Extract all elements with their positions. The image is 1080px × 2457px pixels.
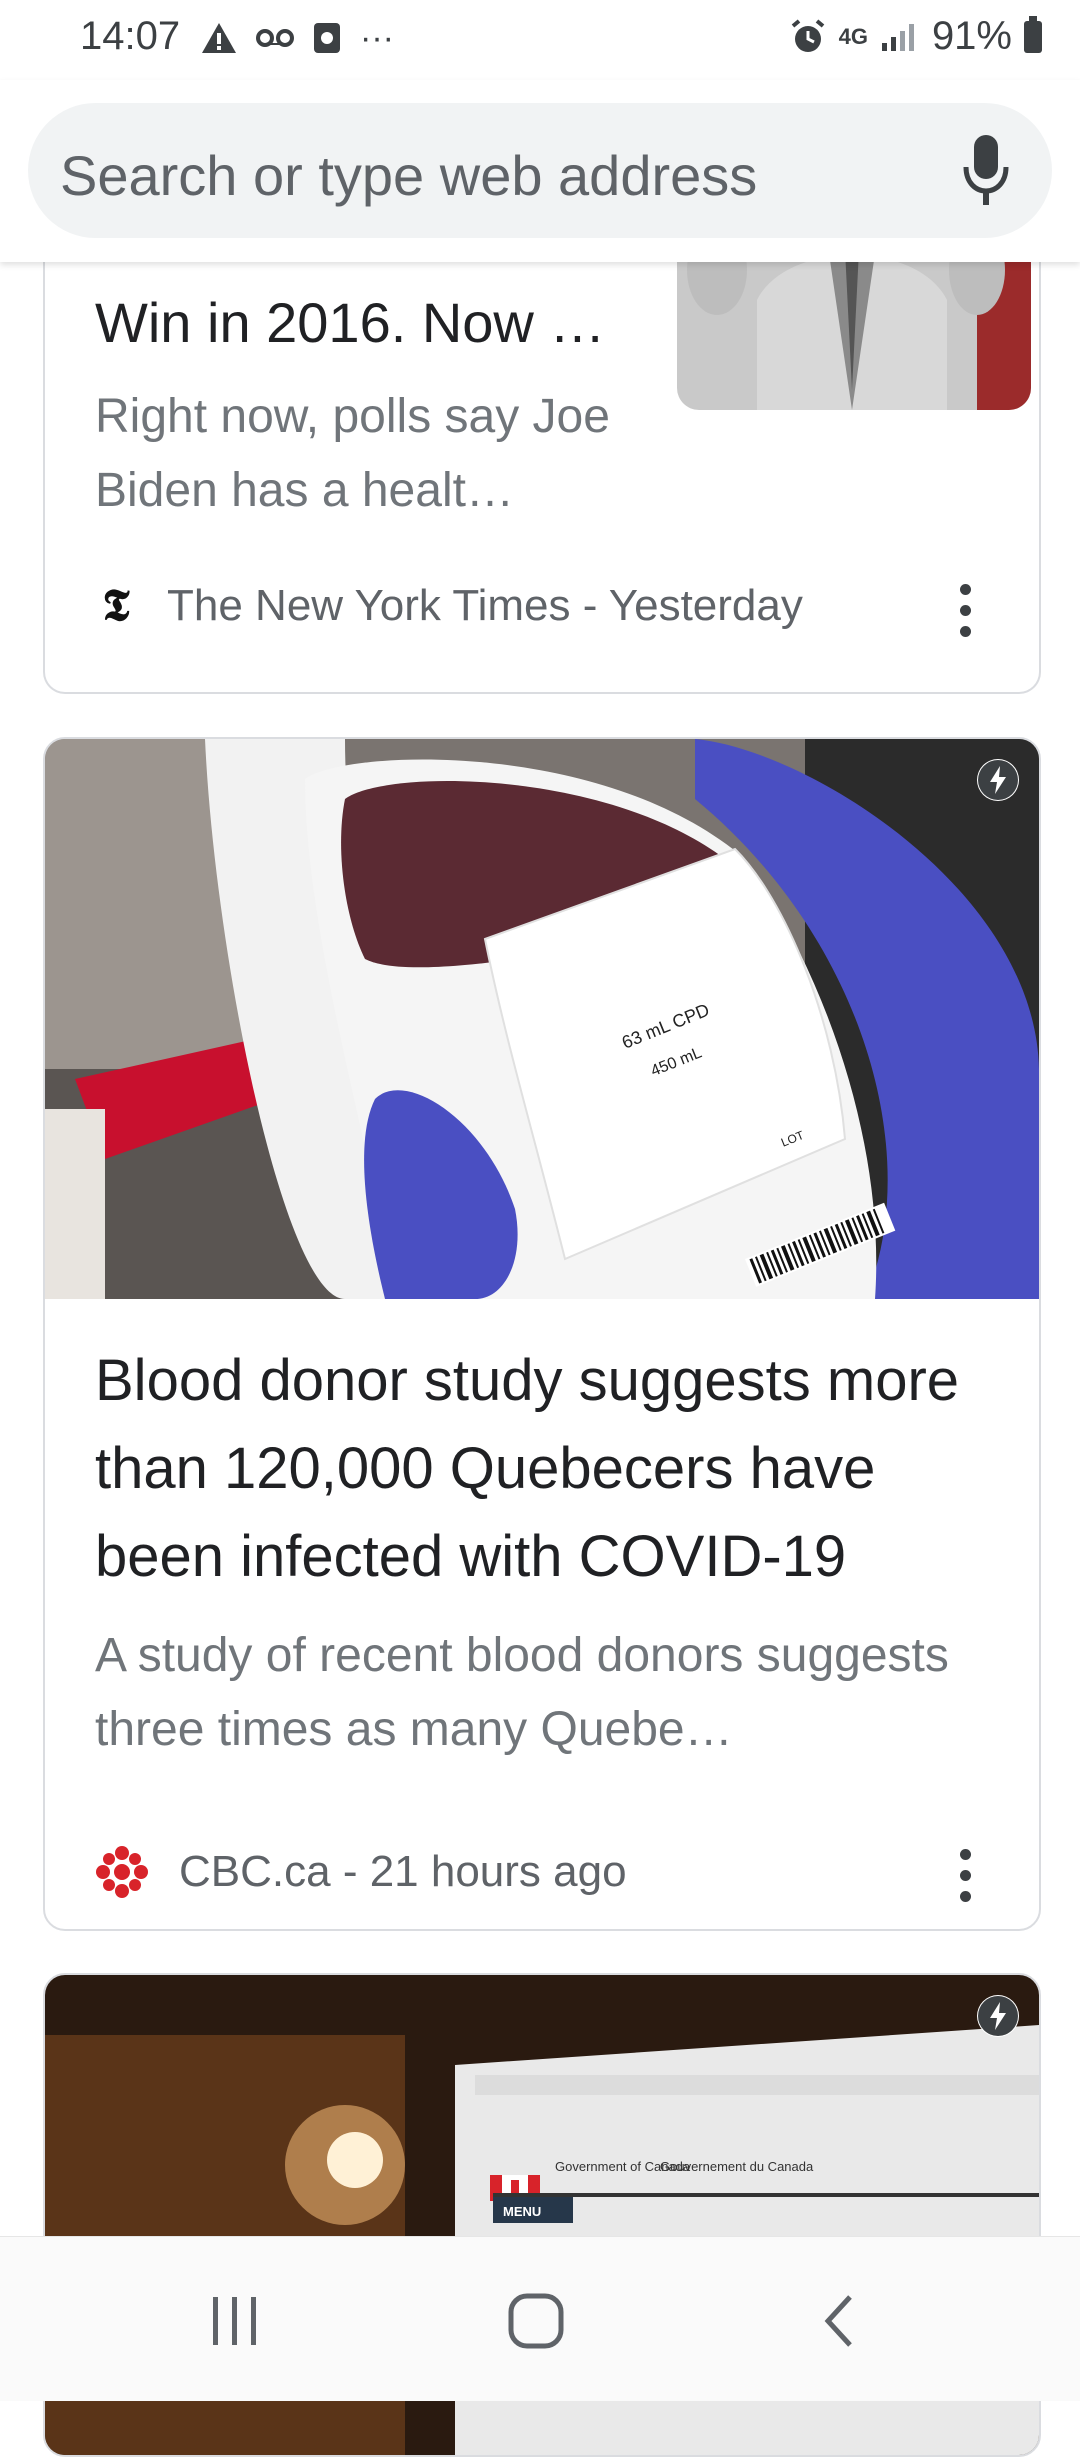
voicemail-icon [256,29,294,47]
search-input[interactable]: Search or type web address [60,143,757,208]
status-right: 4G 91% [789,14,1042,59]
search-bar[interactable]: Search or type web address [28,103,1052,238]
article-image: 63 mL CPD 450 mL LOT [45,739,1039,1299]
home-icon [508,2293,564,2349]
system-navigation-bar [0,2236,1080,2401]
card-source-row: 𝕿 The New York Times - Yesterday [95,580,803,631]
network-type: 4G [838,23,868,49]
card-snippet: Right now, polls say Joe Biden has a hea… [95,390,610,517]
image-gov-fr: Gouvernement du Canada [660,2159,814,2174]
recent-apps-button[interactable] [190,2281,280,2361]
cbc-logo-icon [96,1846,148,1898]
card-source: The New York Times - Yesterday [167,580,803,630]
news-card-cbc[interactable]: 63 mL CPD 450 mL LOT Blood donor study s… [43,737,1041,1931]
back-icon [824,2295,852,2347]
warning-icon [202,23,236,53]
back-button[interactable] [795,2281,885,2361]
amp-lightning-icon [977,759,1019,801]
card-title[interactable]: Blood donor study suggests more than 120… [95,1337,995,1601]
notification-icons: ··· [200,18,394,58]
card-source: CBC.ca - 21 hours ago [179,1847,627,1896]
amp-lightning-icon [977,1995,1019,2037]
more-notifications-icon: ··· [360,19,394,57]
battery-icon [1024,15,1042,53]
home-button[interactable] [491,2281,581,2361]
card-menu-button[interactable] [959,1849,971,1902]
microphone-icon[interactable] [962,133,1010,209]
status-time: 14:07 [80,14,181,58]
card-snippet: A study of recent blood donors suggests … [95,1629,949,1756]
recent-apps-icon [213,2297,256,2345]
card-menu-button[interactable] [959,584,971,637]
status-bar: 14:07 ··· 4G 91% [0,0,1080,80]
battery-percent: 91% [931,14,1012,58]
nyt-logo-icon: 𝕿 [102,580,130,631]
app-notification-icon [314,23,340,53]
card-source-row: CBC.ca - 21 hours ago [95,1845,627,1899]
signal-icon [881,23,914,51]
image-menu: MENU [503,2204,541,2219]
card-title[interactable]: Win in 2016. Now … [95,290,605,355]
alarm-icon [791,18,824,52]
search-header: Search or type web address [0,80,1080,262]
